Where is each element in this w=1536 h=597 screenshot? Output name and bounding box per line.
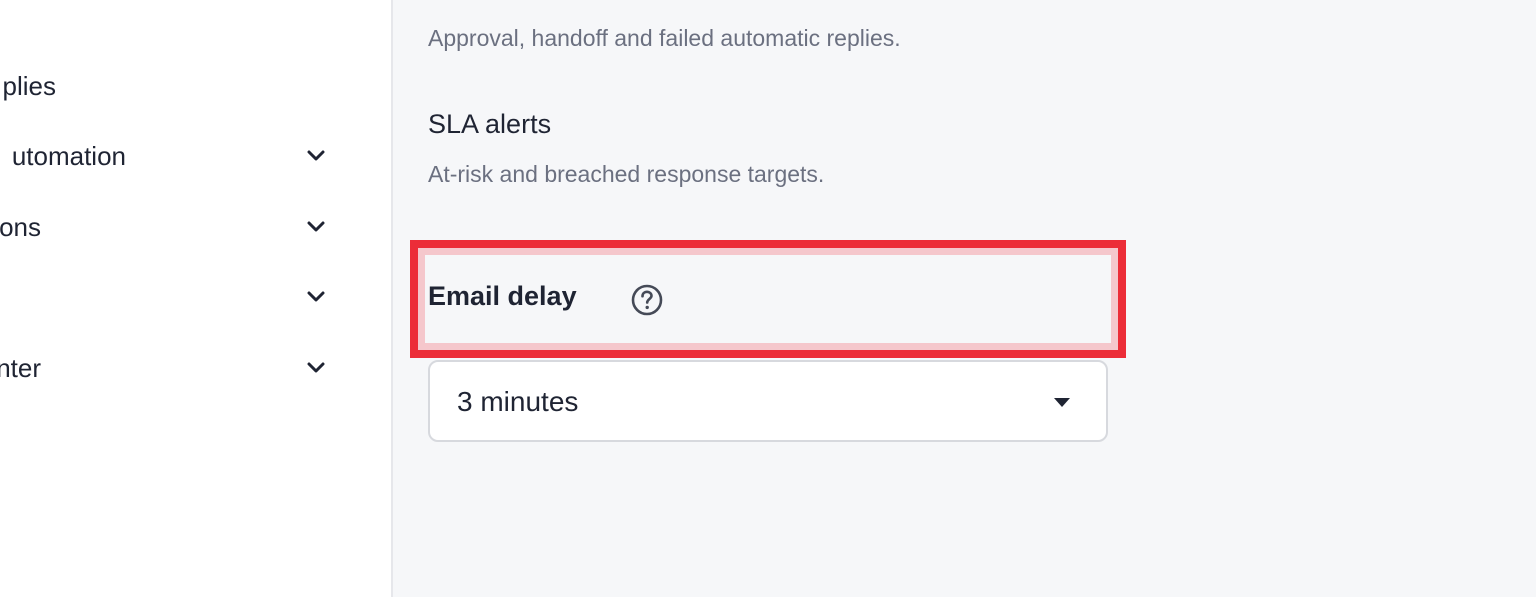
caret-down-icon bbox=[1054, 398, 1070, 407]
settings-panel: Approval, handoff and failed automatic r… bbox=[393, 0, 1536, 597]
chevron-down-icon bbox=[305, 216, 327, 238]
section-description: Approval, handoff and failed automatic r… bbox=[428, 25, 901, 51]
question-circle-icon[interactable] bbox=[630, 283, 664, 317]
sidebar-item-integrations[interactable]: ons bbox=[0, 207, 391, 247]
section-description: At-risk and breached response targets. bbox=[428, 161, 825, 187]
email-delay-select[interactable]: 3 minutes bbox=[428, 360, 1108, 442]
chevron-down-icon bbox=[305, 357, 327, 379]
sidebar-item-label: nter bbox=[0, 352, 41, 383]
email-delay-label: Email delay bbox=[428, 281, 577, 311]
email-delay-selected-value: 3 minutes bbox=[457, 386, 579, 417]
sidebar-item-label: ons bbox=[0, 211, 41, 242]
sidebar-item-label: utomation bbox=[11, 140, 126, 171]
chevron-down-icon bbox=[305, 145, 327, 167]
sidebar-item-replies[interactable]: plies bbox=[0, 66, 391, 106]
sidebar-item-automation[interactable]: utomation bbox=[0, 136, 391, 176]
sidebar: plies utomation ons nter bbox=[0, 0, 393, 597]
sidebar-item-help-center[interactable]: nter bbox=[0, 348, 391, 388]
section-title-sla-alerts: SLA alerts bbox=[428, 109, 552, 139]
chevron-down-icon bbox=[305, 286, 327, 308]
sidebar-item-collapsed[interactable] bbox=[0, 277, 391, 317]
sidebar-item-label: plies bbox=[2, 70, 56, 101]
